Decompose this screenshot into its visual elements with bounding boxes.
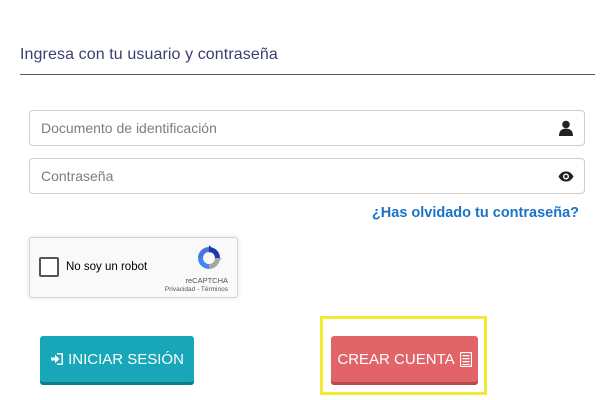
login-button-label: INICIAR SESIÓN bbox=[68, 350, 184, 368]
create-account-button[interactable]: CREAR CUENTA bbox=[331, 336, 478, 382]
recaptcha-checkbox[interactable] bbox=[39, 257, 59, 277]
recaptcha-brand: reCAPTCHA bbox=[185, 276, 228, 285]
recaptcha-label: No soy un robot bbox=[66, 261, 148, 273]
password-field[interactable] bbox=[29, 158, 585, 194]
recaptcha-logo-icon bbox=[196, 245, 222, 271]
heading-divider bbox=[20, 74, 595, 75]
username-field[interactable] bbox=[29, 110, 585, 146]
sign-in-icon bbox=[50, 352, 64, 366]
password-input[interactable] bbox=[30, 159, 584, 193]
username-input[interactable] bbox=[30, 111, 584, 145]
user-icon bbox=[557, 119, 575, 137]
login-button[interactable]: INICIAR SESIÓN bbox=[40, 336, 194, 382]
forgot-password-link[interactable]: ¿Has olvidado tu contraseña? bbox=[372, 205, 579, 221]
form-heading: Ingresa con tu usuario y contraseña bbox=[20, 46, 278, 63]
list-icon bbox=[459, 351, 472, 367]
recaptcha-widget: No soy un robot reCAPTCHA Privacidad - T… bbox=[29, 237, 238, 298]
recaptcha-links[interactable]: Privacidad - Términos bbox=[165, 286, 228, 293]
eye-icon[interactable] bbox=[557, 167, 575, 185]
create-account-button-label: CREAR CUENTA bbox=[337, 350, 455, 368]
